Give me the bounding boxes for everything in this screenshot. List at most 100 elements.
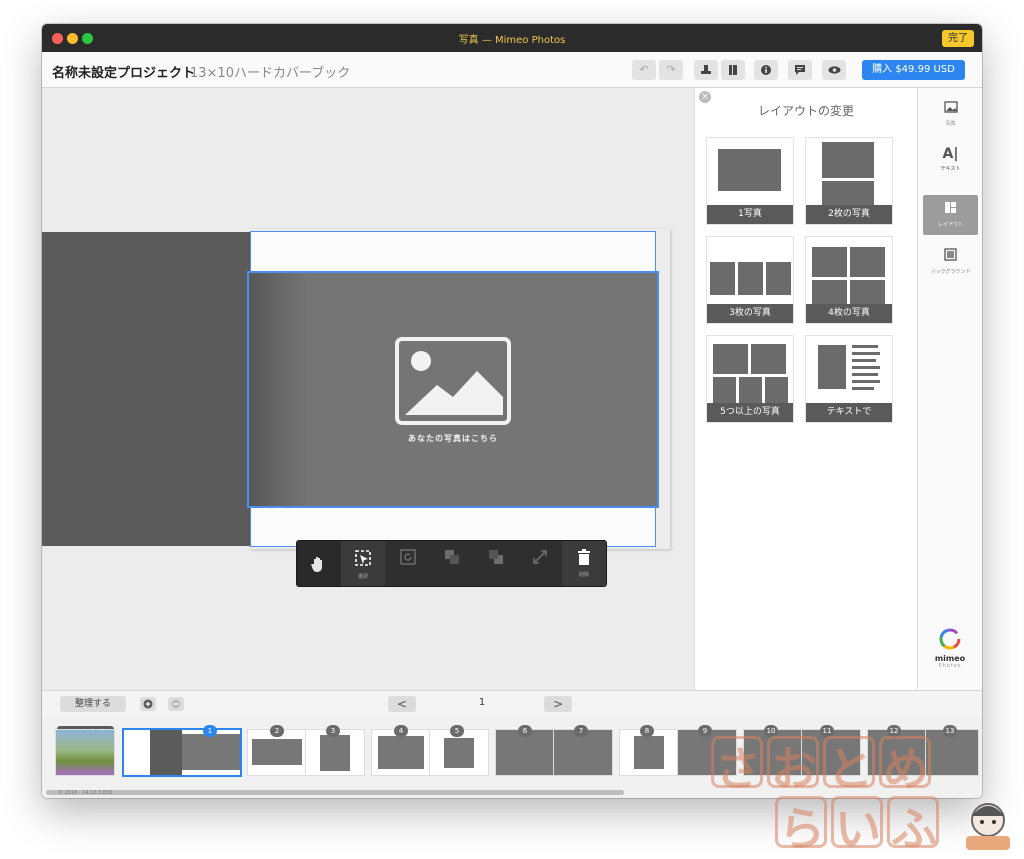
photo-caption: あなたの写真はこちら xyxy=(408,434,498,443)
buy-button[interactable]: 購入 $49.99 USD xyxy=(862,60,965,80)
project-title[interactable]: 名称未設定プロジェクト xyxy=(52,62,195,81)
image-placeholder-icon xyxy=(395,337,511,425)
layout-label: テキストで xyxy=(806,403,892,422)
redo-icon: ↷ xyxy=(666,63,676,76)
front-cover-thumbnail[interactable] xyxy=(56,730,114,775)
bring-forward-icon xyxy=(445,550,459,564)
side-item-label: バックグラウンド xyxy=(930,269,971,275)
layout-panel: × レイアウトの変更 1写真 2枚の写真 3枚の写真 4枚の写真 5つ以上の写真… xyxy=(694,88,917,690)
undo-button[interactable]: ↶ xyxy=(632,60,656,80)
select-tool-label: 選択 xyxy=(357,574,368,580)
watermark-char: め xyxy=(883,742,929,796)
side-item-text[interactable]: A| テキスト xyxy=(923,146,978,186)
page-badge: 6 xyxy=(518,725,532,737)
redo-button[interactable]: ↷ xyxy=(659,60,683,80)
book-icon xyxy=(729,65,737,75)
layout-option-1[interactable]: 1写真 xyxy=(707,138,793,224)
comment-icon xyxy=(795,65,805,75)
layout-label: 4枚の写真 xyxy=(806,304,892,323)
thumbnail-page-1[interactable] xyxy=(124,730,240,775)
minus-circle-icon xyxy=(171,699,181,709)
pan-tool[interactable] xyxy=(297,541,341,586)
watermark-char: い xyxy=(835,802,881,856)
preview-button[interactable] xyxy=(822,60,846,80)
left-page[interactable] xyxy=(42,232,250,546)
page-badge: 13 xyxy=(943,725,957,737)
plus-circle-icon xyxy=(143,699,153,709)
layout-label: 2枚の写真 xyxy=(806,205,892,224)
side-item-label: レイアウト xyxy=(937,222,963,228)
layout-option-5[interactable]: 5つ以上の写真 xyxy=(707,336,793,422)
expand-icon xyxy=(533,550,547,564)
remove-page-button[interactable] xyxy=(168,697,184,711)
mimeo-logo-icon xyxy=(939,628,961,650)
photo-icon xyxy=(943,101,958,113)
photo-edit-toolbar: 選択 削除 xyxy=(296,540,607,587)
thumbnail-scrollbar[interactable] xyxy=(46,790,624,795)
done-button[interactable]: 完了 xyxy=(942,30,974,47)
send-backward-tool[interactable] xyxy=(474,541,518,586)
page-badge: 9 xyxy=(698,725,712,737)
send-backward-icon xyxy=(489,550,503,564)
add-page-button[interactable] xyxy=(140,697,156,711)
page-badge: 3 xyxy=(326,725,340,737)
side-strip: 写真 A| テキスト レイアウト バックグラウンド mimeo Photos xyxy=(917,88,982,690)
sort-button[interactable]: 整理する xyxy=(60,696,126,712)
side-item-label: テキスト xyxy=(940,166,961,172)
page-badge: 1 xyxy=(203,725,217,737)
watermark-char: ふ xyxy=(891,802,937,856)
crop-select-icon xyxy=(355,550,371,566)
prev-page-button[interactable]: < xyxy=(388,696,416,712)
info-button[interactable] xyxy=(754,60,778,80)
page-badge: 5 xyxy=(450,725,464,737)
mascot-icon xyxy=(966,803,1010,850)
rotate-icon xyxy=(400,549,416,565)
comment-button[interactable] xyxy=(788,60,812,80)
rotate-tool[interactable] xyxy=(386,541,430,586)
layout-option-4[interactable]: 4枚の写真 xyxy=(806,237,892,323)
page-nav-bar: 整理する < 1 > xyxy=(42,690,982,716)
side-item-background[interactable]: バックグラウンド xyxy=(923,246,978,286)
next-page-button[interactable]: > xyxy=(544,696,572,712)
watermark-char: ら xyxy=(779,802,825,856)
brand-sub: Photos xyxy=(938,663,962,669)
hand-icon xyxy=(311,557,322,572)
watermark-char: さ xyxy=(715,742,761,796)
select-tool[interactable]: 選択 xyxy=(341,541,385,586)
page-gutter xyxy=(249,273,309,506)
watermark-char: お xyxy=(771,742,817,796)
layout-icon xyxy=(945,202,956,213)
layout-option-3[interactable]: 3枚の写真 xyxy=(707,237,793,323)
layout-label: 5つ以上の写真 xyxy=(707,403,793,422)
trash-icon xyxy=(578,549,590,565)
stamp-button[interactable] xyxy=(694,60,718,80)
fit-tool[interactable] xyxy=(518,541,562,586)
project-type: 13×10ハードカバーブック xyxy=(190,66,351,81)
bring-forward-tool[interactable] xyxy=(430,541,474,586)
title-bar: 写真 — Mimeo Photos 完了 xyxy=(42,24,982,52)
side-item-label: 写真 xyxy=(945,121,956,127)
page-badge: 2 xyxy=(270,725,284,737)
mimeo-logo: mimeo Photos xyxy=(930,628,970,669)
brand-name: mimeo xyxy=(934,654,966,663)
page-badge: 4 xyxy=(394,725,408,737)
app-window: 写真 — Mimeo Photos 完了 名称未設定プロジェクト 13×10ハー… xyxy=(42,24,982,798)
layout-option-text[interactable]: テキストで xyxy=(806,336,892,422)
window-title: 写真 — Mimeo Photos xyxy=(458,35,566,46)
text-icon: A| xyxy=(942,146,959,162)
book-button[interactable] xyxy=(721,60,745,80)
stamp-icon xyxy=(701,65,711,74)
editor-canvas[interactable]: あなたの写真はこちら 選択 削除 xyxy=(42,88,694,690)
toolbar: 名称未設定プロジェクト 13×10ハードカバーブック ↶ ↷ 購入 $49.99… xyxy=(42,52,982,88)
photo-placeholder[interactable]: あなたの写真はこちら xyxy=(247,271,659,508)
eye-icon xyxy=(828,66,840,74)
page-badge: 7 xyxy=(574,725,588,737)
copyright: © 2016 · 14.10.3.833 xyxy=(58,790,113,796)
side-item-layout[interactable]: レイアウト xyxy=(923,195,978,235)
page-number: 1 xyxy=(478,697,486,708)
side-item-photos[interactable]: 写真 xyxy=(923,98,978,138)
layout-label: 1写真 xyxy=(707,205,793,224)
layout-option-2[interactable]: 2枚の写真 xyxy=(806,138,892,224)
delete-tool[interactable]: 削除 xyxy=(562,541,606,586)
layout-label: 3枚の写真 xyxy=(707,304,793,323)
